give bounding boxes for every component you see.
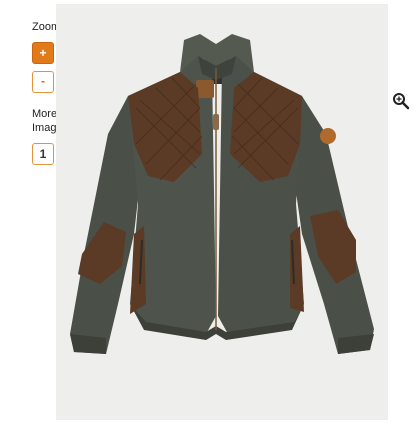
magnifier-icon[interactable] [392, 92, 410, 110]
zoom-in-button[interactable]: + [32, 42, 54, 64]
product-image[interactable] [56, 4, 388, 420]
thumbnail-button-1[interactable]: 1 [32, 143, 54, 165]
zoom-out-button[interactable]: - [32, 71, 54, 93]
jacket-image [70, 34, 374, 354]
